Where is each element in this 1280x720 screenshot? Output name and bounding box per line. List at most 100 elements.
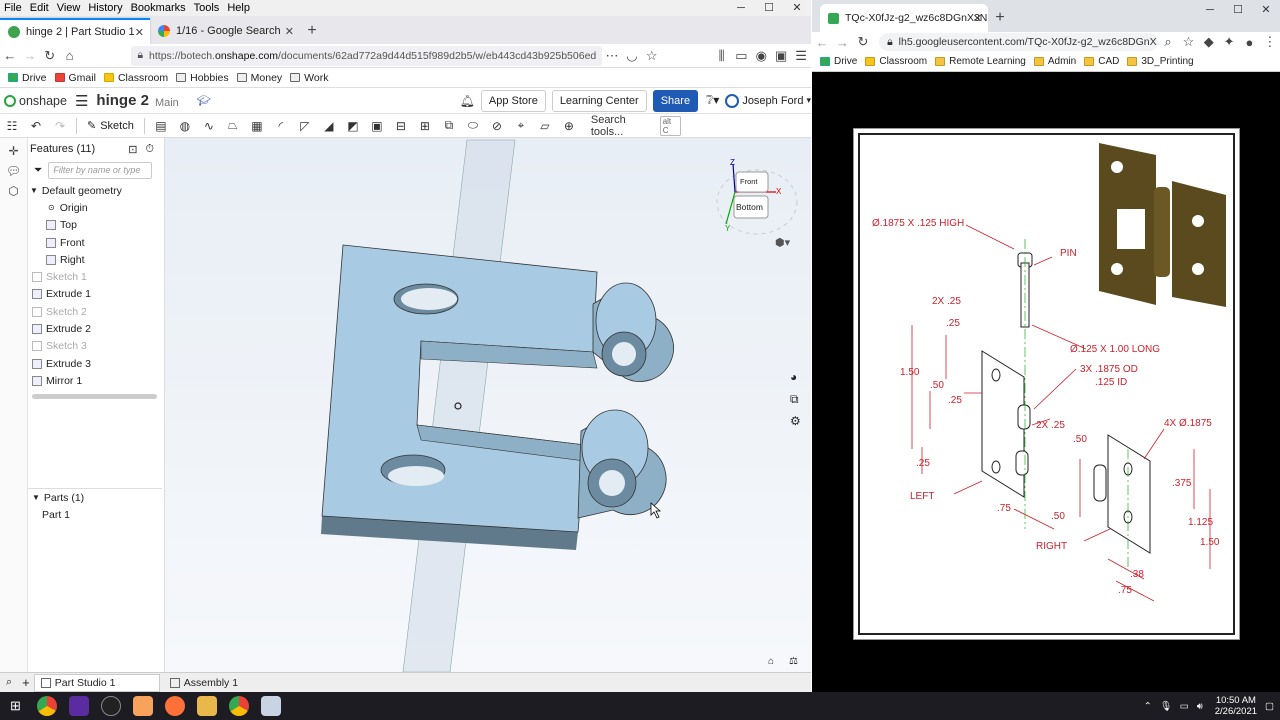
- extensions-icon[interactable]: ▣: [771, 48, 791, 64]
- feature-front-plane[interactable]: Front: [28, 234, 164, 251]
- back-icon[interactable]: ←: [0, 48, 20, 63]
- menu-view[interactable]: View: [53, 2, 85, 14]
- menu-history[interactable]: History: [84, 2, 126, 14]
- volume-icon[interactable]: 🔊︎: [1197, 701, 1203, 712]
- tray-chevron-icon[interactable]: ⌃: [1144, 701, 1152, 712]
- app-store-button[interactable]: App Store: [480, 89, 546, 112]
- thicken-icon[interactable]: ▦: [248, 118, 266, 134]
- feature-default-geometry[interactable]: ▼ Default geometry: [28, 182, 164, 199]
- tab-close-icon[interactable]: ✕: [973, 12, 982, 25]
- feature-top-plane[interactable]: Top: [28, 217, 164, 234]
- tab-part-studio[interactable]: Part Studio 1: [33, 673, 160, 692]
- undo-icon[interactable]: ↶: [27, 118, 45, 134]
- app-taskbar-icon[interactable]: [100, 696, 121, 716]
- library-icon[interactable]: ⫼: [712, 48, 732, 64]
- learning-center-button[interactable]: Learning Center: [551, 89, 647, 112]
- bookmark-drive[interactable]: Drive: [8, 72, 47, 84]
- hamburger-menu-icon[interactable]: ☰: [791, 48, 811, 64]
- bookmark-star-icon[interactable]: ☆: [1178, 34, 1198, 50]
- education-cap-icon[interactable]: 🎓︎: [197, 94, 211, 107]
- menu-edit[interactable]: Edit: [26, 2, 53, 14]
- feature-mirror-1[interactable]: Mirror 1: [28, 372, 164, 389]
- view-cube[interactable]: Front Bottom X Y Z: [710, 154, 805, 249]
- feature-sketch-3[interactable]: Sketch 3: [28, 338, 164, 355]
- document-menu-icon[interactable]: ☰: [75, 92, 88, 110]
- plane-icon[interactable]: ▱: [536, 118, 554, 134]
- new-tab-icon[interactable]: +: [300, 18, 324, 44]
- draft-icon[interactable]: ◢: [320, 118, 338, 134]
- more-icon[interactable]: ⋯: [602, 48, 622, 64]
- feature-list-scrollbar[interactable]: [32, 394, 157, 399]
- chrome-taskbar-icon[interactable]: [36, 696, 57, 716]
- expand-arrow-icon[interactable]: ▼: [32, 493, 40, 502]
- add-feature-icon[interactable]: ✛: [0, 144, 27, 158]
- feature-origin[interactable]: ⊙ Origin: [28, 199, 164, 216]
- chrome-tab[interactable]: TQc-X0fJz-g2_wz6c8DGnX3Nhr6 ✕: [820, 4, 988, 32]
- search-tools[interactable]: Search tools... alt C: [591, 114, 681, 138]
- split-icon[interactable]: ⊘: [488, 118, 506, 134]
- feature-sketch-2[interactable]: Sketch 2: [28, 303, 164, 320]
- bookmark-3d-printing[interactable]: 3D_Printing: [1127, 56, 1194, 67]
- network-icon[interactable]: ▭: [1180, 701, 1189, 712]
- help-icon[interactable]: ❔︎▾: [706, 93, 719, 108]
- chrome-taskbar-icon[interactable]: [228, 696, 249, 716]
- user-menu[interactable]: Joseph Ford ▾: [725, 93, 811, 108]
- notifications-bell-icon[interactable]: 🔔︎: [460, 94, 475, 108]
- rollback-timer-icon[interactable]: ⏱︎: [145, 143, 154, 156]
- menu-help[interactable]: Help: [223, 2, 254, 14]
- variables-icon[interactable]: ⚙︎: [790, 414, 801, 428]
- feature-right-plane[interactable]: Right: [28, 251, 164, 268]
- reload-icon[interactable]: ↻: [853, 34, 873, 50]
- feature-extrude-1[interactable]: Extrude 1: [28, 286, 164, 303]
- clock[interactable]: 10:50 AM 2/26/2021: [1215, 695, 1257, 717]
- back-icon[interactable]: ←: [812, 35, 832, 50]
- boolean-icon[interactable]: ⬭: [464, 118, 482, 134]
- document-title[interactable]: hinge 2: [96, 92, 149, 109]
- bookmark-cad[interactable]: CAD: [1084, 56, 1119, 67]
- notifications-icon[interactable]: ▢: [1265, 701, 1274, 712]
- puzzle-extensions-icon[interactable]: ✦: [1219, 34, 1239, 50]
- parts-header[interactable]: ▼ Parts (1): [28, 488, 162, 506]
- bookmark-drive[interactable]: Drive: [820, 56, 857, 67]
- bookmark-gmail[interactable]: Gmail: [54, 72, 96, 84]
- hole-icon[interactable]: ⊟: [392, 118, 410, 134]
- menu-file[interactable]: File: [0, 2, 26, 14]
- sweep-icon[interactable]: ∿: [200, 118, 218, 134]
- menu-tools[interactable]: Tools: [190, 2, 224, 14]
- search-tabs-icon[interactable]: ⌕: [6, 676, 12, 689]
- url-bar[interactable]: 🔒︎ https://botech. onshape.com/documents/…: [131, 45, 603, 66]
- graphics-viewport[interactable]: Front Bottom X Y Z ⬢▾ ◕ ⧉ ⚙︎ ⌂ ⚖︎: [165, 138, 811, 673]
- shell-icon[interactable]: ▣: [368, 118, 386, 134]
- mass-properties-icon[interactable]: ⚖︎: [789, 656, 798, 667]
- home-icon[interactable]: ⌂: [60, 48, 80, 63]
- feature-extrude-3[interactable]: Extrude 3: [28, 355, 164, 372]
- tab-assembly[interactable]: Assembly 1: [164, 674, 290, 692]
- new-tab-icon[interactable]: +: [988, 4, 1012, 32]
- tab-close-icon[interactable]: ✕: [135, 26, 144, 39]
- forward-icon[interactable]: →: [20, 48, 40, 63]
- bookmark-money[interactable]: Money: [236, 72, 282, 84]
- app-taskbar-icon[interactable]: [68, 696, 89, 716]
- mate-connector-icon[interactable]: ⊕: [560, 118, 578, 134]
- reload-icon[interactable]: ↻: [40, 48, 60, 64]
- filter-input[interactable]: Filter by name or type: [48, 161, 153, 179]
- tab-onshape[interactable]: hinge 2 | Part Studio 1 ✕: [0, 18, 150, 44]
- feature-list-icon[interactable]: ☷: [3, 118, 21, 134]
- view-options-cube-icon[interactable]: ⬢▾: [775, 236, 790, 249]
- bookmark-classroom[interactable]: Classroom: [103, 72, 168, 84]
- maximize-icon[interactable]: ☐: [1224, 0, 1252, 20]
- kebab-menu-icon[interactable]: ⋮: [1260, 34, 1280, 50]
- extension-icon[interactable]: ◆: [1199, 34, 1219, 50]
- tab-google[interactable]: 1/16 - Google Search ✕: [150, 18, 300, 44]
- url-bar[interactable]: 🔒︎ lh5.googleusercontent.com/TQc-X0fJz-g2…: [879, 33, 1158, 51]
- revolve-icon[interactable]: ◍: [176, 118, 194, 134]
- appearance-panel-icon[interactable]: ◕: [790, 370, 797, 384]
- feature-sketch-1[interactable]: Sketch 1: [28, 268, 164, 285]
- workspace-name[interactable]: Main: [155, 97, 179, 109]
- loft-icon[interactable]: ⏢: [224, 118, 242, 134]
- fillet-icon[interactable]: ◜: [272, 118, 290, 134]
- viewcube-bottom-label[interactable]: Bottom: [736, 202, 763, 212]
- bookmark-remote-learning[interactable]: Remote Learning: [935, 56, 1026, 67]
- viewcube-front-label[interactable]: Front: [740, 177, 758, 186]
- comments-icon[interactable]: 💬︎: [0, 164, 27, 178]
